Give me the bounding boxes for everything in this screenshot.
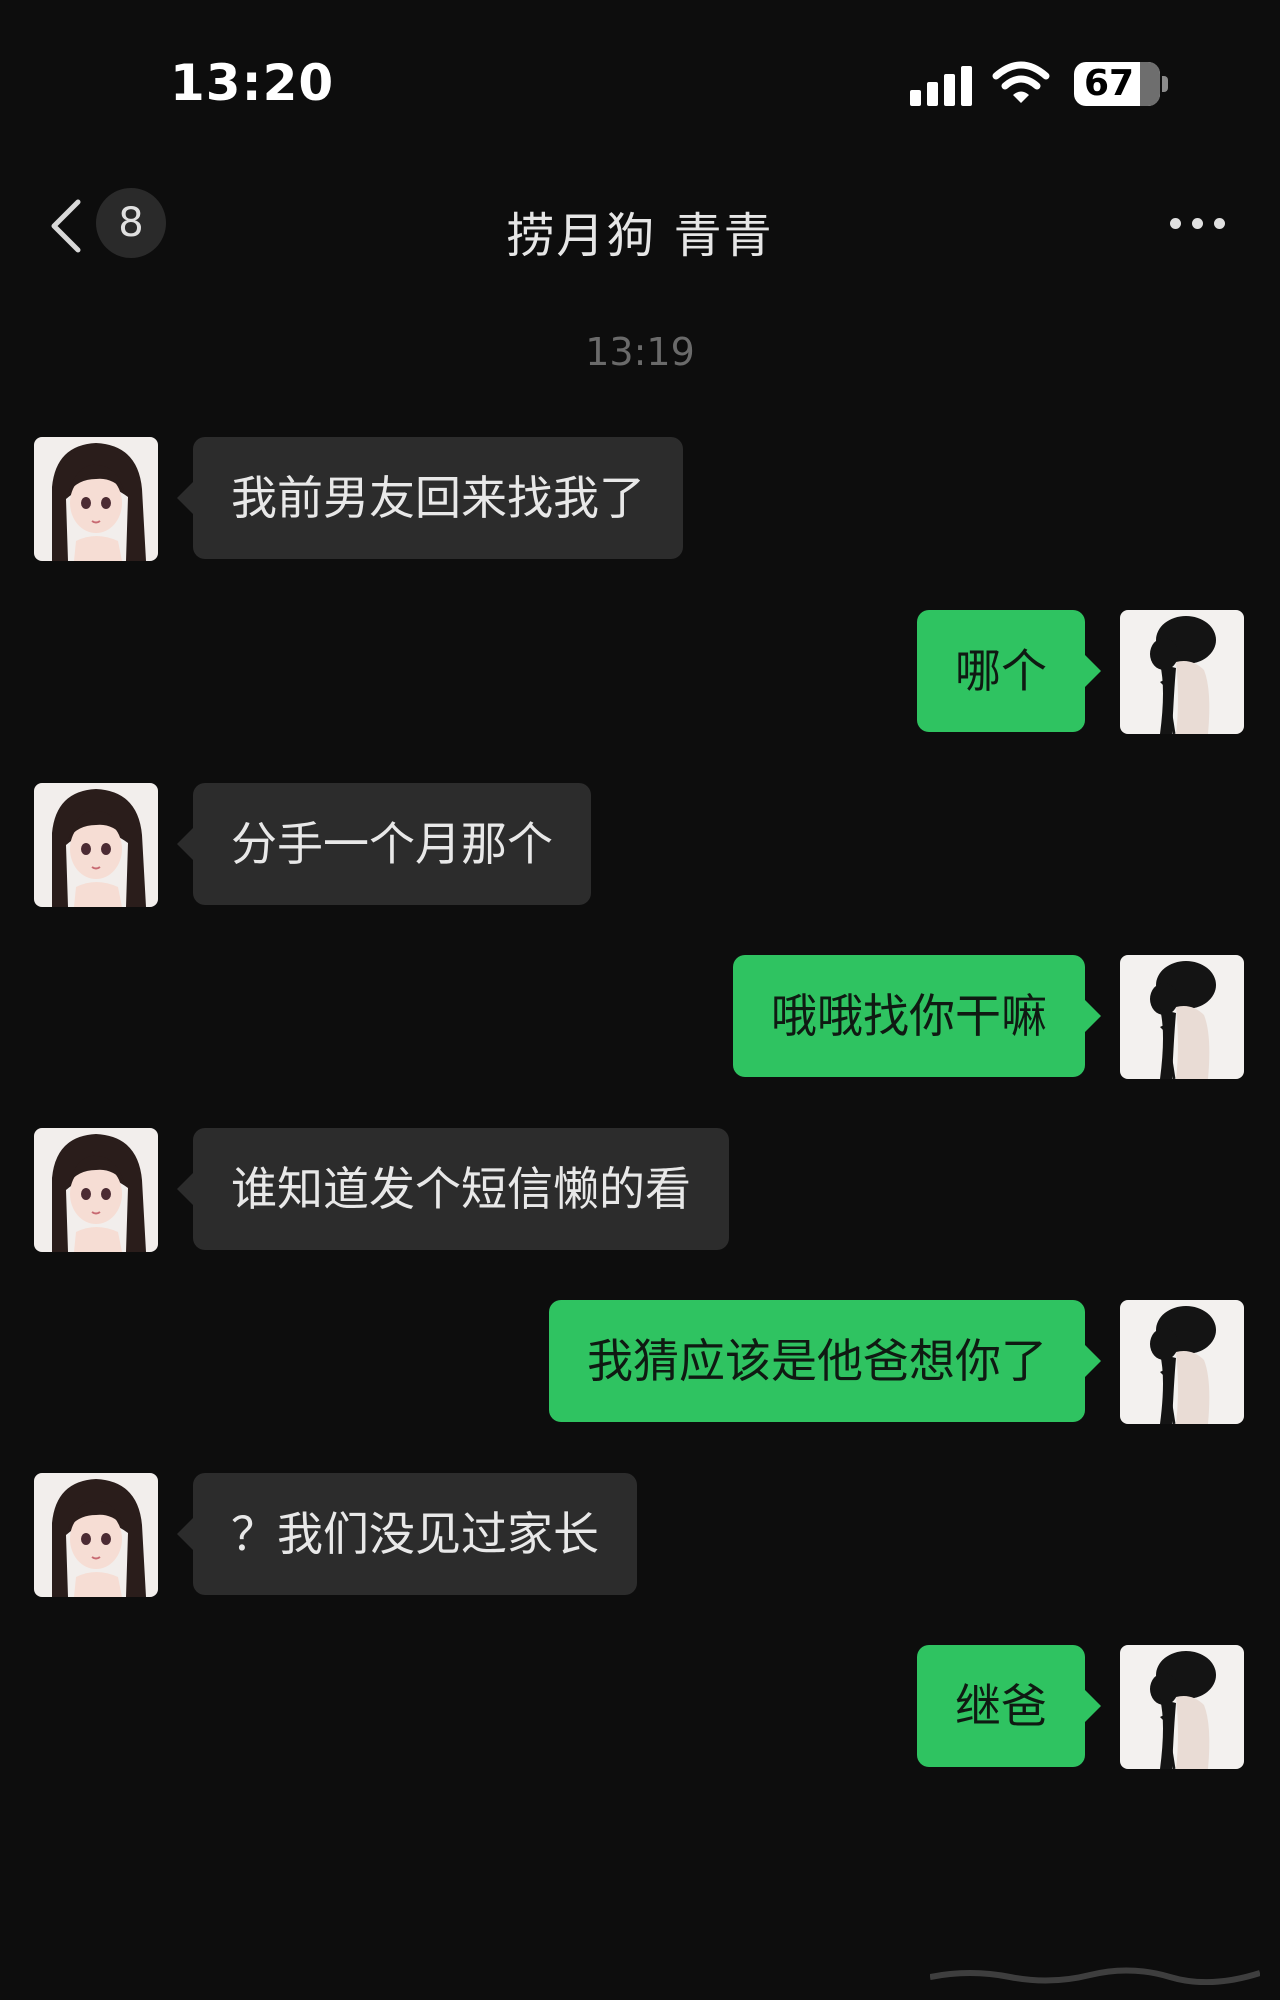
contact-avatar[interactable]: [34, 437, 158, 561]
message-row-incoming: 谁知道发个短信懒的看: [0, 1128, 1280, 1252]
message-row-incoming: 分手一个月那个: [0, 783, 1280, 907]
message-text: 我前男友回来找我了: [231, 471, 645, 525]
message-text: 分手一个月那个: [231, 817, 553, 871]
battery-icon: 67: [1074, 62, 1160, 106]
chat-screen: 13:20 67 8 捞月狗 青青 13:19 我前男友回来找我了 哪个 分手一…: [0, 0, 1280, 2000]
message-bubble-outgoing[interactable]: 继爸: [917, 1645, 1101, 1767]
message-row-incoming: ？我们没见过家长: [0, 1473, 1280, 1597]
battery-indicator: 67: [1074, 62, 1168, 108]
contact-avatar[interactable]: [34, 1473, 158, 1597]
my-avatar[interactable]: [1120, 1300, 1244, 1424]
message-row-outgoing: 我猜应该是他爸想你了: [0, 1300, 1280, 1424]
message-bubble-outgoing[interactable]: 哪个: [917, 610, 1101, 732]
message-row-incoming: 我前男友回来找我了: [0, 437, 1280, 561]
watermark-smudge: [930, 1967, 1260, 1985]
message-bubble-incoming[interactable]: ？我们没见过家长: [177, 1473, 637, 1595]
message-row-outgoing: 哦哦找你干嘛: [0, 955, 1280, 1079]
message-bubble-incoming[interactable]: 分手一个月那个: [177, 783, 591, 905]
message-text: 哪个: [955, 644, 1047, 698]
message-text: 继爸: [955, 1679, 1047, 1733]
contact-avatar[interactable]: [34, 783, 158, 907]
my-avatar[interactable]: [1120, 1645, 1244, 1769]
message-text: ？我们没见过家长: [231, 1507, 599, 1561]
contact-avatar[interactable]: [34, 1128, 158, 1252]
message-bubble-incoming[interactable]: 谁知道发个短信懒的看: [177, 1128, 729, 1250]
status-time: 13:20: [170, 54, 335, 112]
message-bubble-outgoing[interactable]: 哦哦找你干嘛: [733, 955, 1101, 1077]
my-avatar[interactable]: [1120, 610, 1244, 734]
message-text: 哦哦找你干嘛: [771, 989, 1047, 1043]
battery-level: 67: [1083, 63, 1135, 104]
wifi-icon: [992, 61, 1050, 103]
status-bar: 13:20 67: [0, 0, 1280, 150]
message-row-outgoing: 哪个: [0, 610, 1280, 734]
message-bubble-outgoing[interactable]: 我猜应该是他爸想你了: [549, 1300, 1101, 1422]
my-avatar[interactable]: [1120, 955, 1244, 1079]
message-text: 谁知道发个短信懒的看: [231, 1162, 691, 1216]
cellular-signal-icon: [910, 66, 972, 106]
message-timestamp: 13:19: [585, 330, 695, 374]
more-dots-icon[interactable]: [1168, 214, 1228, 234]
chat-title: 捞月狗 青青: [506, 208, 774, 264]
message-bubble-incoming[interactable]: 我前男友回来找我了: [177, 437, 683, 559]
message-text: 我猜应该是他爸想你了: [587, 1334, 1047, 1388]
message-row-outgoing: 继爸: [0, 1645, 1280, 1769]
